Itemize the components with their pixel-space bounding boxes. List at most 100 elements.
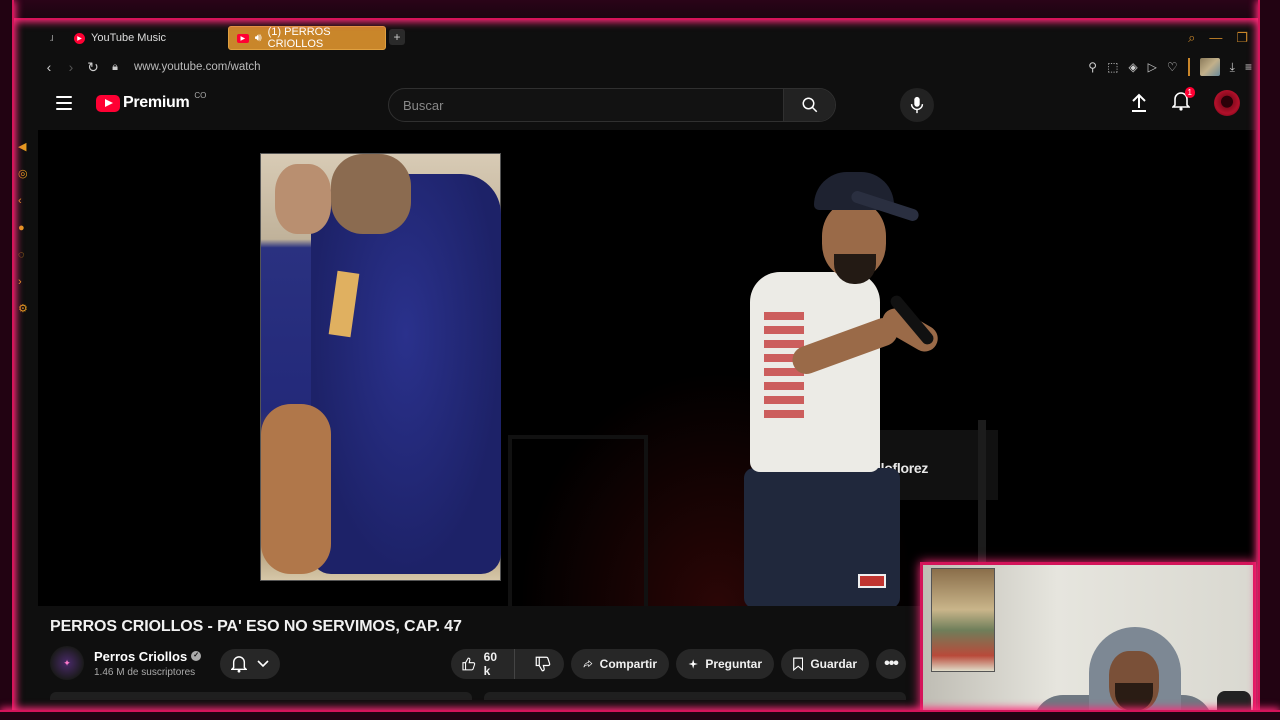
ask-button[interactable]: Preguntar <box>676 649 774 679</box>
tab-icon: ɹ <box>50 32 54 44</box>
save-button[interactable]: Guardar <box>781 649 869 679</box>
verified-icon: ✓ <box>191 651 202 661</box>
inset-face <box>331 154 411 234</box>
side-extension-bar: ◀ ◎ ‹ ● ◌ › ⚙ <box>18 140 28 316</box>
account-avatar[interactable] <box>1214 90 1240 116</box>
stage-performer <box>730 172 960 606</box>
channel-row: ✦ Perros Criollos ✓ 1.46 M de suscriptor… <box>50 646 202 680</box>
search-icon <box>802 97 817 113</box>
shield-icon[interactable]: ◈ <box>1128 60 1137 74</box>
more-actions-button[interactable]: ••• <box>876 649 906 679</box>
arrow-icon[interactable]: ‹ <box>18 194 28 208</box>
youtube-header: Premium CO 1 <box>36 82 1256 128</box>
stage-chair <box>508 435 648 606</box>
search-input[interactable] <box>389 89 783 121</box>
subscription-bell-button[interactable] <box>220 649 280 679</box>
share-label: Compartir <box>599 657 657 671</box>
like-count: 60 k <box>483 650 498 678</box>
play-icon[interactable]: ▷ <box>1148 60 1157 74</box>
speaker-icon[interactable]: 🔊︎ <box>255 32 262 45</box>
channel-info: Perros Criollos ✓ 1.46 M de suscriptores <box>94 649 202 678</box>
search-box <box>388 88 836 122</box>
url-field[interactable]: www.youtube.com/watch <box>134 61 261 73</box>
search-button[interactable] <box>783 89 835 121</box>
heart-icon[interactable]: ♡ <box>1167 60 1178 74</box>
more-icon: ••• <box>884 655 899 672</box>
neon-border-right <box>1258 0 1280 720</box>
notifications-button[interactable]: 1 <box>1171 86 1195 116</box>
reload-icon[interactable]: ↻ <box>82 59 104 76</box>
pin-icon[interactable]: ⚲ <box>1088 60 1097 74</box>
lock-icon[interactable]: 🔒︎ <box>104 61 126 74</box>
inset-face <box>275 164 331 234</box>
whatsapp-icon[interactable]: ◌ <box>18 248 28 262</box>
microphone-icon <box>910 96 924 114</box>
voice-search-button[interactable] <box>900 88 934 122</box>
share-button[interactable]: Compartir <box>571 649 669 679</box>
like-button[interactable]: 60 k <box>451 649 515 679</box>
download-icon[interactable]: ⤓ <box>1230 60 1235 75</box>
video-title: PERROS CRIOLLOS - PA' ESO NO SERVIMOS, C… <box>50 618 462 635</box>
send-icon[interactable]: ◀ <box>18 140 28 154</box>
screenshot-icon[interactable]: ⬚ <box>1107 60 1118 74</box>
profile-avatar[interactable] <box>1199 58 1220 76</box>
tab-label: YouTube Music <box>91 32 167 44</box>
bell-icon <box>231 656 247 673</box>
description-box-edge <box>50 692 472 700</box>
settings-icon[interactable]: ⚙ <box>18 302 28 316</box>
inset-person <box>311 174 501 574</box>
save-label: Guardar <box>810 657 857 671</box>
tab-stub[interactable]: ɹ <box>42 26 62 50</box>
search-tabs-icon[interactable]: ⌕ <box>1188 30 1195 46</box>
stream-frame: ɹ ▶ YouTube Music ▶ 🔊︎ (1) PERROS CRIOLL… <box>0 0 1280 720</box>
comments-box-edge <box>484 692 906 700</box>
channel-avatar[interactable]: ✦ <box>50 646 84 680</box>
neon-border-left <box>0 0 14 720</box>
youtube-premium-logo[interactable]: Premium CO <box>96 90 207 112</box>
tab-perros-criollos[interactable]: ▶ 🔊︎ (1) PERROS CRIOLLOS <box>228 26 386 50</box>
divider <box>1187 58 1190 76</box>
logo-text: Premium <box>123 94 190 111</box>
webcam-overlay <box>920 562 1256 720</box>
upload-icon[interactable] <box>1130 93 1148 113</box>
notification-badge: 1 <box>1184 86 1195 98</box>
header-actions: 1 <box>1130 86 1240 116</box>
pants-patch <box>858 574 886 588</box>
thumbs-down-icon <box>535 656 551 672</box>
channel-name-row[interactable]: Perros Criollos ✓ <box>94 649 202 664</box>
toolbar-icons: ⚲ ⬚ ◈ ▷ ♡ ⤓ ≡ <box>1088 58 1252 76</box>
youtube-icon: ▶ <box>237 33 249 43</box>
ask-label: Preguntar <box>705 657 762 671</box>
forward-icon[interactable]: › <box>60 59 82 75</box>
instagram-icon[interactable]: ◎ <box>18 167 28 181</box>
hamburger-menu-icon[interactable] <box>56 96 72 110</box>
chevron-down-icon <box>257 660 269 668</box>
youtube-logo-icon <box>96 94 120 112</box>
inset-phone-clip <box>260 153 501 581</box>
tab-youtube-music[interactable]: ▶ YouTube Music <box>66 26 226 50</box>
tab-label: (1) PERROS CRIOLLOS <box>267 26 331 50</box>
tab-strip: ɹ ▶ YouTube Music ▶ 🔊︎ (1) PERROS CRIOLL… <box>14 26 1258 52</box>
restore-icon[interactable]: ❐ <box>1236 30 1248 46</box>
video-player[interactable]: killoflorez <box>38 130 1256 606</box>
country-code: CO <box>194 90 207 100</box>
minimize-icon[interactable]: — <box>1209 30 1222 46</box>
window-controls: ⌕ — ❐ <box>1188 30 1248 46</box>
like-dislike-group: 60 k <box>451 649 564 679</box>
channel-name[interactable]: Perros Criollos <box>94 649 187 664</box>
new-tab-button[interactable]: + <box>389 29 405 45</box>
wall-poster <box>931 568 995 672</box>
thumbs-up-icon <box>462 657 476 671</box>
spotify-icon[interactable]: ● <box>18 221 28 235</box>
address-bar: ‹ › ↻ 🔒︎ www.youtube.com/watch ⚲ ⬚ ◈ ▷ ♡… <box>14 54 1258 80</box>
chevron-icon[interactable]: › <box>18 275 28 289</box>
dislike-button[interactable] <box>522 649 564 679</box>
back-icon[interactable]: ‹ <box>38 59 60 75</box>
subscriber-count: 1.46 M de suscriptores <box>94 666 196 678</box>
bookmark-icon <box>793 657 804 672</box>
menu-icon[interactable]: ≡ <box>1245 60 1252 74</box>
sparkle-icon <box>688 659 698 669</box>
neon-border-top <box>0 0 1280 20</box>
youtube-music-icon: ▶ <box>74 32 85 44</box>
share-icon <box>583 660 593 668</box>
